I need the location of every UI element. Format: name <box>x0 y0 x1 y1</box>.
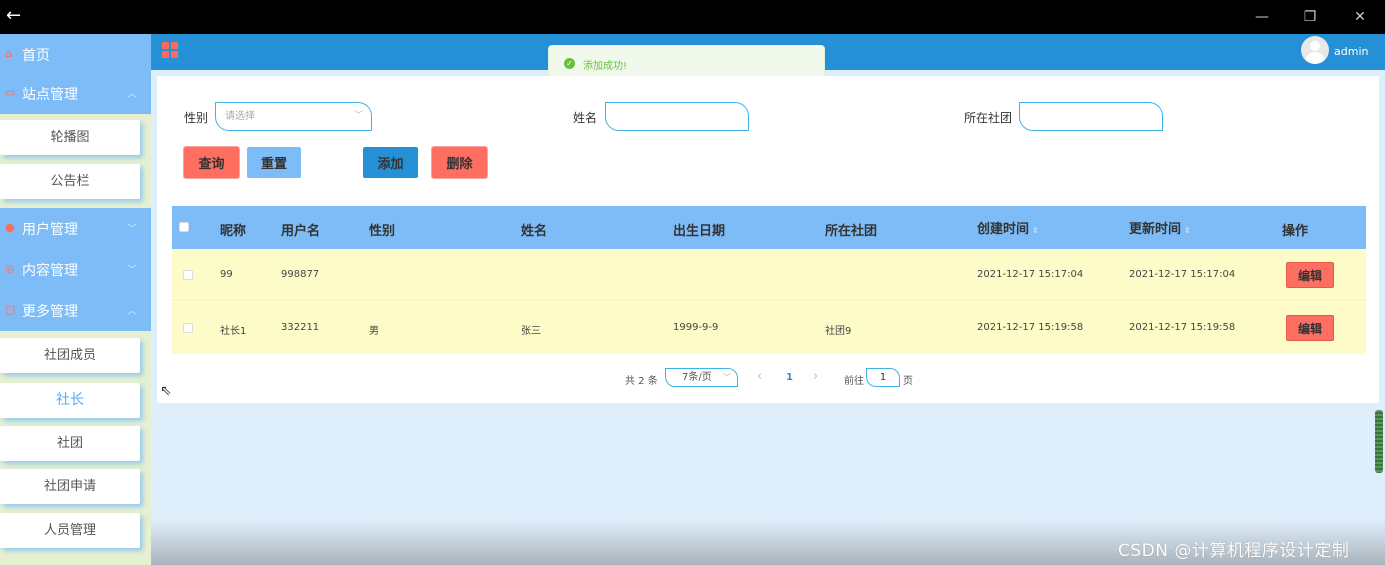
gender-label: 性别 <box>184 111 209 125</box>
edit-button[interactable]: 编辑 <box>1286 315 1334 341</box>
main-content: 性别 请选择 ﹀ 姓名 所在社团 查询 重置 添加 删除 昵称 用户名 性别 姓… <box>157 76 1379 403</box>
minimize-button[interactable]: — <box>1251 6 1273 28</box>
grid-icon[interactable] <box>162 42 178 58</box>
sidebar-group-label: 用户管理 <box>22 222 78 238</box>
sidebar-group-users[interactable]: ● 用户管理 ﹀ <box>0 208 151 249</box>
chevron-down-icon: ﹀ <box>127 265 137 276</box>
content-icon: ◎ <box>5 262 15 275</box>
column-header-club: 所在社团 <box>825 224 878 239</box>
table-row: 99 998877 2021-12-17 15:17:04 2021-12-17… <box>172 249 1366 301</box>
cell-username: 332211 <box>281 322 320 333</box>
query-button[interactable]: 查询 <box>184 147 239 178</box>
goto-label: 前往 <box>844 376 864 387</box>
prev-page-button[interactable]: ‹ <box>757 369 762 384</box>
add-button[interactable]: 添加 <box>363 147 418 178</box>
column-header-updated-label: 更新时间 <box>1129 222 1182 237</box>
sidebar-group-more[interactable]: ▢ 更多管理 ︿ <box>0 290 151 331</box>
chevron-up-icon: ︿ <box>127 89 137 100</box>
page-size-select[interactable]: 7条/页 ﹀ <box>665 368 738 387</box>
cell-nickname: 社长1 <box>220 326 247 337</box>
delete-button[interactable]: 删除 <box>432 147 487 178</box>
column-header-username: 用户名 <box>281 224 321 239</box>
avatar[interactable] <box>1301 36 1329 64</box>
home-icon: ⌂ <box>5 47 12 60</box>
cell-name: 张三 <box>521 326 541 337</box>
goto-page-input[interactable] <box>866 368 900 387</box>
gender-select-placeholder: 请选择 <box>225 111 255 122</box>
monitor-icon: ▭ <box>5 86 16 99</box>
sidebar-item-club-applications[interactable]: 社团申请 <box>0 469 140 504</box>
mouse-cursor-icon: ⇖ <box>160 383 172 399</box>
sidebar-item-club[interactable]: 社团 <box>0 426 140 461</box>
club-label: 所在社团 <box>964 111 1013 125</box>
toast-message: 添加成功! <box>583 61 628 72</box>
sidebar-item-president[interactable]: 社长 <box>0 383 140 418</box>
page-size-value: 7条/页 <box>682 372 712 383</box>
next-page-button[interactable]: › <box>813 369 818 384</box>
sidebar-item-notice[interactable]: 公告栏 <box>0 164 140 199</box>
watermark: CSDN @计算机程序设计定制 <box>1118 541 1350 561</box>
sidebar-group-label: 内容管理 <box>22 263 78 279</box>
user-icon: ● <box>5 221 15 234</box>
page-number-current[interactable]: 1 <box>786 372 793 383</box>
sidebar-group-content[interactable]: ◎ 内容管理 ﹀ <box>0 249 151 290</box>
sidebar: ⌂ 首页 ▭ 站点管理 ︿ 轮播图 公告栏 ● 用户管理 ﹀ ◎ 内容管理 ﹀ … <box>0 34 151 565</box>
window-titlebar: ← — ❐ ✕ <box>0 0 1385 34</box>
sidebar-item-carousel[interactable]: 轮播图 <box>0 120 140 155</box>
sidebar-group-label: 首页 <box>22 48 50 64</box>
cell-club: 社团9 <box>825 326 852 337</box>
chevron-up-icon: ︿ <box>127 306 137 317</box>
select-all-checkbox[interactable] <box>179 222 189 232</box>
column-header-created-label: 创建时间 <box>977 222 1030 237</box>
table-row: 社长1 332211 男 张三 1999-9-9 社团9 2021-12-17 … <box>172 302 1366 354</box>
cell-updated: 2021-12-17 15:19:58 <box>1129 322 1236 333</box>
sort-icon[interactable]: ⇕ <box>1184 226 1191 235</box>
column-header-created[interactable]: 创建时间 ⇕ <box>977 218 1039 237</box>
name-label: 姓名 <box>573 111 598 125</box>
cell-username: 998877 <box>281 269 320 280</box>
gender-select[interactable]: 请选择 ﹀ <box>215 102 372 131</box>
scrollbar-thumb[interactable] <box>1375 410 1383 473</box>
row-checkbox[interactable] <box>183 270 193 280</box>
cell-gender: 男 <box>369 326 379 337</box>
sidebar-group-site[interactable]: ▭ 站点管理 ︿ <box>0 73 151 114</box>
pagination-total: 共 2 条 <box>625 376 658 387</box>
reset-button[interactable]: 重置 <box>247 147 301 178</box>
cell-created: 2021-12-17 15:17:04 <box>977 269 1084 280</box>
row-checkbox[interactable] <box>183 323 193 333</box>
username[interactable]: admin <box>1334 45 1368 58</box>
name-input[interactable] <box>605 102 749 131</box>
more-icon: ▢ <box>5 303 16 316</box>
cell-birthdate: 1999-9-9 <box>673 322 719 333</box>
club-input[interactable] <box>1019 102 1163 131</box>
cell-updated: 2021-12-17 15:17:04 <box>1129 269 1236 280</box>
sidebar-item-club-members[interactable]: 社团成员 <box>0 338 140 373</box>
check-circle-icon: ✓ <box>564 58 575 69</box>
sidebar-group-label: 站点管理 <box>22 87 78 103</box>
cell-created: 2021-12-17 15:19:58 <box>977 322 1084 333</box>
restore-button[interactable]: ❐ <box>1299 6 1321 28</box>
column-header-name: 姓名 <box>521 224 548 239</box>
table-header: 昵称 用户名 性别 姓名 出生日期 所在社团 创建时间 ⇕ 更新时间 ⇕ 操作 <box>172 206 1366 249</box>
arrow-left-icon[interactable]: ← <box>6 5 21 27</box>
chevron-down-icon: ﹀ <box>353 111 363 121</box>
chevron-down-icon: ﹀ <box>127 224 137 235</box>
sidebar-group-label: 更多管理 <box>22 304 78 320</box>
sidebar-group-home[interactable]: ⌂ 首页 <box>0 34 151 75</box>
cell-nickname: 99 <box>220 269 233 280</box>
column-header-updated[interactable]: 更新时间 ⇕ <box>1129 218 1191 237</box>
close-button[interactable]: ✕ <box>1349 6 1371 28</box>
chevron-down-icon: ﹀ <box>723 373 731 382</box>
sidebar-item-staff[interactable]: 人员管理 <box>0 513 140 548</box>
sort-icon[interactable]: ⇕ <box>1032 226 1039 235</box>
column-header-gender: 性别 <box>369 224 396 239</box>
column-header-birthdate: 出生日期 <box>673 224 726 239</box>
page-suffix: 页 <box>903 376 913 387</box>
column-header-actions: 操作 <box>1282 224 1309 239</box>
edit-button[interactable]: 编辑 <box>1286 262 1334 288</box>
column-header-nickname: 昵称 <box>220 224 247 239</box>
